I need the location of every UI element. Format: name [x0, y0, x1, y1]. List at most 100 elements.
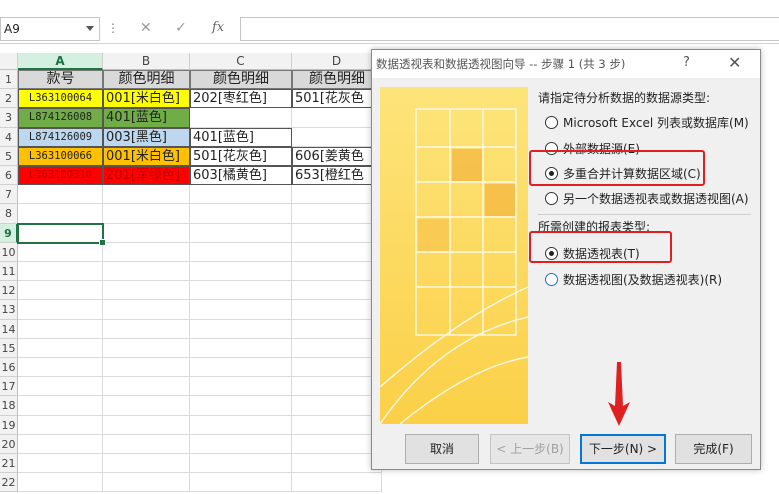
- data-cell[interactable]: 201[军绿色]: [103, 166, 190, 186]
- data-cell[interactable]: 501[花灰色]: [190, 146, 292, 166]
- back-button[interactable]: < 上一步(B): [490, 434, 570, 464]
- grid-cell[interactable]: [190, 434, 292, 454]
- grid-cell[interactable]: [190, 377, 292, 397]
- data-cell[interactable]: [292, 108, 382, 128]
- more-options-icon[interactable]: ⋮: [107, 21, 119, 35]
- next-button[interactable]: 下一步(N) >: [580, 434, 666, 464]
- grid-cell[interactable]: [190, 454, 292, 474]
- data-cell[interactable]: 653[橙红色: [292, 166, 382, 186]
- grid-cell[interactable]: [292, 377, 382, 397]
- row-header[interactable]: 9: [0, 223, 18, 243]
- row-header[interactable]: 8: [0, 204, 18, 224]
- grid-cell[interactable]: [18, 434, 103, 454]
- grid-cell[interactable]: [190, 185, 292, 205]
- grid-cell[interactable]: [190, 473, 292, 493]
- row-header[interactable]: 17: [0, 377, 18, 397]
- grid-cell[interactable]: [292, 415, 382, 435]
- row-header[interactable]: 19: [0, 415, 18, 435]
- column-header-a[interactable]: A: [18, 53, 103, 70]
- data-cell[interactable]: L874126008: [18, 108, 103, 128]
- row-header[interactable]: 2: [0, 89, 18, 109]
- radio-excel-list-label[interactable]: Microsoft Excel 列表或数据库(M): [563, 114, 749, 131]
- grid-cell[interactable]: [292, 454, 382, 474]
- grid-cell[interactable]: [18, 300, 103, 320]
- grid-cell[interactable]: [103, 454, 190, 474]
- row-header[interactable]: 15: [0, 338, 18, 358]
- data-cell[interactable]: 003[黑色]: [103, 127, 190, 147]
- data-cell[interactable]: L363100066: [18, 146, 103, 166]
- radio-excel-list[interactable]: [545, 116, 558, 129]
- grid-cell[interactable]: [103, 262, 190, 282]
- row-header[interactable]: 1: [0, 70, 18, 90]
- data-cell[interactable]: 501[花灰色: [292, 89, 382, 109]
- grid-cell[interactable]: [292, 204, 382, 224]
- cancel-icon[interactable]: ✕: [140, 20, 152, 36]
- grid-cell[interactable]: [103, 434, 190, 454]
- grid-cell[interactable]: [292, 434, 382, 454]
- grid-cell[interactable]: [190, 223, 292, 243]
- grid-cell[interactable]: [190, 358, 292, 378]
- grid-cell[interactable]: [292, 338, 382, 358]
- row-header[interactable]: 7: [0, 185, 18, 205]
- grid-cell[interactable]: [103, 223, 190, 243]
- row-header[interactable]: 21: [0, 454, 18, 474]
- grid-cell[interactable]: [18, 454, 103, 474]
- row-header[interactable]: 4: [0, 127, 18, 147]
- row-header[interactable]: 22: [0, 473, 18, 493]
- cancel-button[interactable]: 取消: [405, 434, 479, 464]
- name-box[interactable]: A9: [0, 17, 100, 41]
- grid-cell[interactable]: [292, 262, 382, 282]
- grid-cell[interactable]: [103, 185, 190, 205]
- formula-input[interactable]: [240, 17, 779, 41]
- select-all-corner[interactable]: [0, 53, 18, 70]
- grid-cell[interactable]: [18, 473, 103, 493]
- row-header[interactable]: 16: [0, 358, 18, 378]
- data-cell[interactable]: L874126009: [18, 127, 103, 147]
- grid-cell[interactable]: [18, 319, 103, 339]
- data-cell[interactable]: 001[米白色]: [103, 146, 190, 166]
- column-header-c[interactable]: C: [190, 53, 292, 70]
- row-header[interactable]: 12: [0, 281, 18, 301]
- enter-icon[interactable]: ✓: [175, 20, 187, 36]
- grid-cell[interactable]: [18, 281, 103, 301]
- grid-cell[interactable]: [292, 319, 382, 339]
- close-icon[interactable]: ✕: [728, 53, 741, 72]
- header-cell[interactable]: 颜色明细: [292, 70, 382, 90]
- grid-cell[interactable]: [18, 338, 103, 358]
- data-cell[interactable]: 603[橘黄色]: [190, 166, 292, 186]
- radio-pivot-chart-label[interactable]: 数据透视图(及数据透视表)(R): [563, 271, 722, 288]
- grid-cell[interactable]: [190, 262, 292, 282]
- help-icon[interactable]: ?: [683, 55, 690, 70]
- grid-cell[interactable]: [18, 262, 103, 282]
- grid-cell[interactable]: [18, 185, 103, 205]
- chevron-down-icon[interactable]: [86, 26, 94, 31]
- grid-cell[interactable]: [190, 300, 292, 320]
- data-cell[interactable]: [190, 108, 292, 128]
- grid-cell[interactable]: [103, 204, 190, 224]
- grid-cell[interactable]: [18, 204, 103, 224]
- row-header[interactable]: 18: [0, 396, 18, 416]
- data-cell[interactable]: 401[蓝色]: [190, 127, 292, 147]
- grid-cell[interactable]: [18, 358, 103, 378]
- row-header[interactable]: 20: [0, 434, 18, 454]
- grid-cell[interactable]: [103, 377, 190, 397]
- grid-cell[interactable]: [292, 473, 382, 493]
- grid-cell[interactable]: [190, 415, 292, 435]
- grid-cell[interactable]: [190, 242, 292, 262]
- grid-cell[interactable]: [103, 319, 190, 339]
- header-cell[interactable]: 款号: [18, 70, 103, 90]
- row-header[interactable]: 6: [0, 166, 18, 186]
- grid-cell[interactable]: [292, 281, 382, 301]
- grid-cell[interactable]: [103, 415, 190, 435]
- data-cell[interactable]: [292, 127, 382, 147]
- radio-other-pivot[interactable]: [545, 192, 558, 205]
- data-cell[interactable]: 202[枣红色]: [190, 89, 292, 109]
- grid-cell[interactable]: [103, 358, 190, 378]
- grid-cell[interactable]: [292, 358, 382, 378]
- header-cell[interactable]: 颜色明细: [103, 70, 190, 90]
- grid-cell[interactable]: [190, 204, 292, 224]
- row-header[interactable]: 3: [0, 108, 18, 128]
- grid-cell[interactable]: [190, 281, 292, 301]
- grid-cell[interactable]: [190, 338, 292, 358]
- header-cell[interactable]: 颜色明细: [190, 70, 292, 90]
